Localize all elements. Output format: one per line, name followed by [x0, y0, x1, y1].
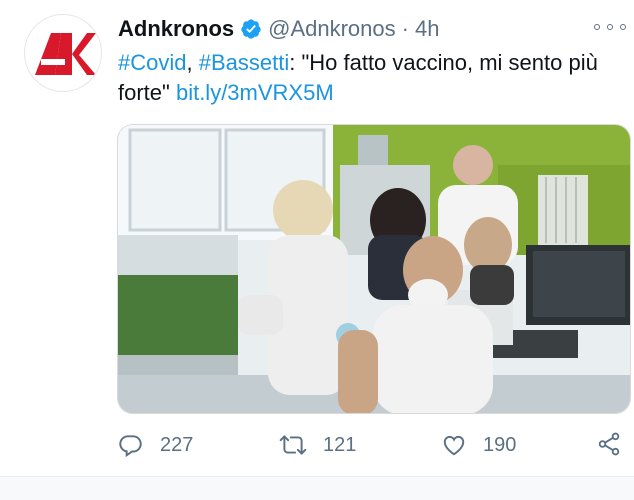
like-count: 190	[483, 433, 517, 456]
tweet-card[interactable]: Adnkronos @Adnkronos · 4h #Covid, #Basse…	[0, 0, 634, 500]
heart-icon	[443, 435, 465, 456]
handle[interactable]: @Adnkronos	[268, 14, 396, 44]
tweet-text: #Covid, #Bassetti: "Ho fatto vaccino, mi…	[118, 48, 630, 108]
reply-button[interactable]: 227	[118, 429, 193, 461]
text-comma: ,	[186, 50, 199, 75]
reply-icon	[119, 435, 142, 458]
avatar[interactable]	[24, 14, 102, 92]
timestamp[interactable]: 4h	[415, 14, 439, 44]
more-options-button[interactable]	[594, 18, 626, 36]
bottom-strip	[0, 477, 634, 500]
separator-dot: ·	[401, 16, 409, 41]
retweet-icon	[279, 435, 307, 455]
tweet-link[interactable]: bit.ly/3mVRX5M	[176, 80, 334, 105]
more-dot-icon	[607, 24, 613, 30]
retweet-count: 121	[323, 433, 357, 456]
reply-count: 227	[160, 433, 194, 456]
like-button[interactable]: 190	[441, 429, 516, 461]
vaccination-photo	[118, 125, 630, 413]
more-dot-icon	[620, 24, 626, 30]
tweet-photo[interactable]	[117, 124, 631, 414]
hashtag-covid[interactable]: #Covid	[118, 50, 186, 75]
retweet-button[interactable]: 121	[279, 429, 356, 461]
hashtag-bassetti[interactable]: #Bassetti	[199, 50, 290, 75]
adnkronos-logo-icon	[35, 33, 96, 75]
display-name[interactable]: Adnkronos	[118, 14, 234, 44]
more-dot-icon	[594, 24, 600, 30]
tweet-header: Adnkronos @Adnkronos · 4h	[118, 14, 439, 44]
verified-badge-icon	[241, 19, 261, 39]
share-button[interactable]	[596, 431, 622, 462]
share-icon	[598, 432, 620, 456]
tweet-actions: 227 121 190	[0, 425, 634, 465]
